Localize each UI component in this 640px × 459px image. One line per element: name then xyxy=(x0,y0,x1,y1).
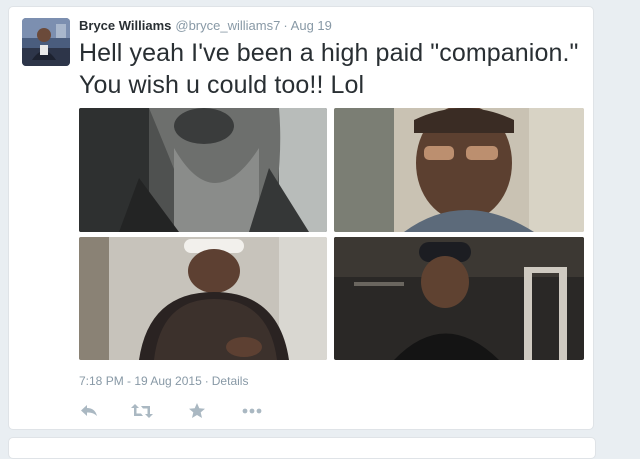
tweet-text: Hell yeah I've been a high paid "compani… xyxy=(79,39,579,99)
author-handle[interactable]: @bryce_williams7 xyxy=(175,18,280,33)
details-link[interactable]: Details xyxy=(212,374,249,388)
next-tweet-card xyxy=(8,437,596,459)
tweet-photo-1[interactable] xyxy=(79,108,327,232)
tweet-photo-3[interactable] xyxy=(79,237,327,360)
tweet-photo-2[interactable] xyxy=(334,108,584,232)
tweet-meta: 7:18 PM - 19 Aug 2015 · Details xyxy=(79,374,248,388)
tweet-header: Bryce Williams @bryce_williams7 · Aug 19 xyxy=(79,18,332,33)
author-name[interactable]: Bryce Williams xyxy=(79,18,171,33)
retweet-icon[interactable] xyxy=(131,401,153,421)
tweet-timestamp[interactable]: 7:18 PM - 19 Aug 2015 xyxy=(79,374,202,388)
avatar[interactable] xyxy=(22,18,70,66)
tweet-date[interactable]: Aug 19 xyxy=(291,18,332,33)
meta-separator: · xyxy=(204,374,209,388)
tweet-card: Bryce Williams @bryce_williams7 · Aug 19 He… xyxy=(8,6,594,430)
header-separator: · xyxy=(283,18,288,33)
favorite-icon[interactable] xyxy=(187,401,209,421)
tweet-photo-4[interactable] xyxy=(334,237,584,360)
reply-icon[interactable] xyxy=(79,401,101,421)
more-icon[interactable] xyxy=(241,401,263,421)
